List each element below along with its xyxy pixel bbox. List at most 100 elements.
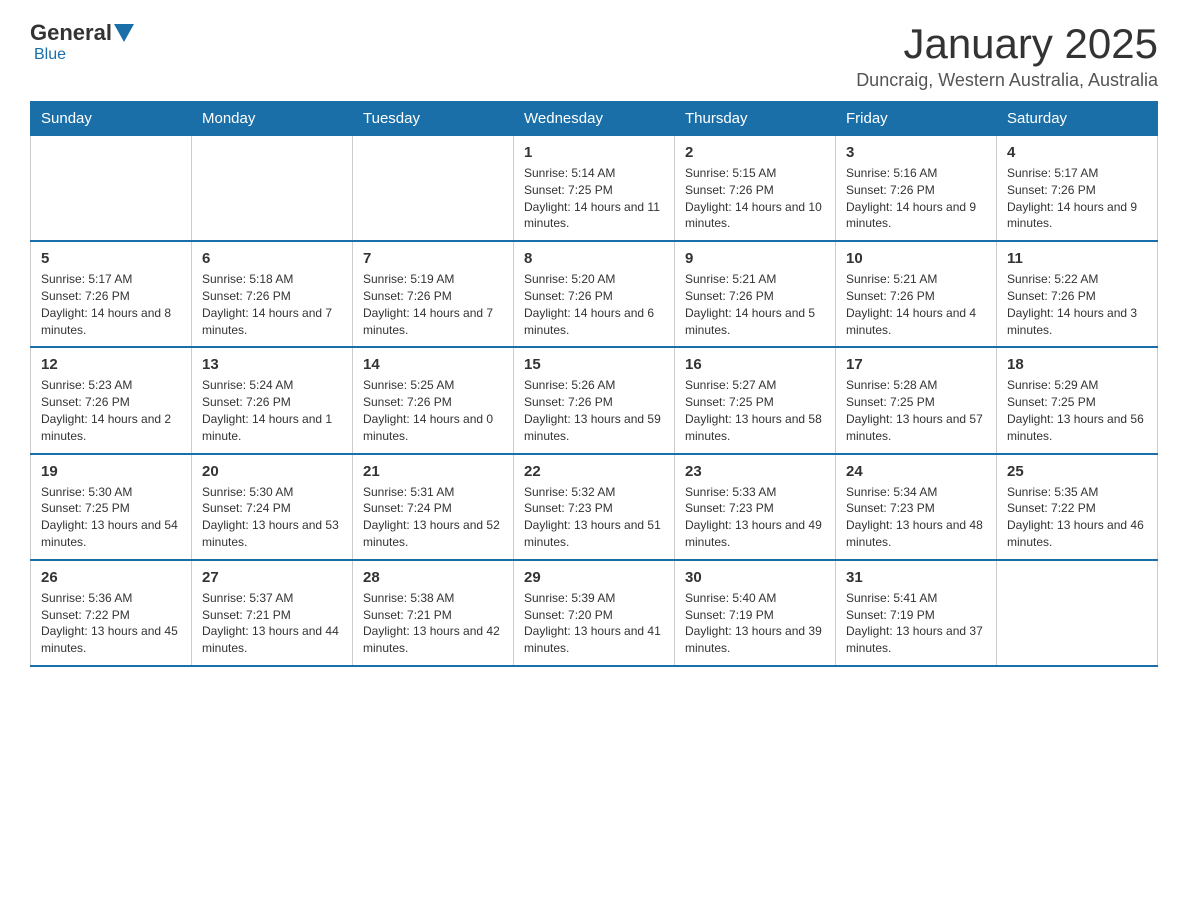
day-info: Sunrise: 5:29 AM Sunset: 7:25 PM Dayligh…	[1007, 377, 1147, 444]
day-number: 15	[524, 354, 664, 375]
calendar-cell: 23Sunrise: 5:33 AM Sunset: 7:23 PM Dayli…	[675, 454, 836, 560]
day-number: 20	[202, 461, 342, 482]
calendar-cell: 6Sunrise: 5:18 AM Sunset: 7:26 PM Daylig…	[192, 241, 353, 347]
calendar-cell: 27Sunrise: 5:37 AM Sunset: 7:21 PM Dayli…	[192, 560, 353, 666]
calendar-week-1: 1Sunrise: 5:14 AM Sunset: 7:25 PM Daylig…	[31, 136, 1158, 242]
day-info: Sunrise: 5:18 AM Sunset: 7:26 PM Dayligh…	[202, 271, 342, 338]
day-info: Sunrise: 5:41 AM Sunset: 7:19 PM Dayligh…	[846, 590, 986, 657]
day-number: 29	[524, 567, 664, 588]
day-info: Sunrise: 5:17 AM Sunset: 7:26 PM Dayligh…	[41, 271, 181, 338]
logo-blue-text: Blue	[34, 46, 66, 63]
calendar-cell	[353, 136, 514, 242]
calendar-cell: 18Sunrise: 5:29 AM Sunset: 7:25 PM Dayli…	[997, 347, 1158, 453]
logo-arrow-icon	[114, 24, 134, 42]
day-info: Sunrise: 5:20 AM Sunset: 7:26 PM Dayligh…	[524, 271, 664, 338]
day-number: 6	[202, 248, 342, 269]
calendar-cell: 4Sunrise: 5:17 AM Sunset: 7:26 PM Daylig…	[997, 136, 1158, 242]
day-number: 31	[846, 567, 986, 588]
calendar-cell: 31Sunrise: 5:41 AM Sunset: 7:19 PM Dayli…	[836, 560, 997, 666]
day-number: 25	[1007, 461, 1147, 482]
calendar-header-tuesday: Tuesday	[353, 102, 514, 136]
day-number: 24	[846, 461, 986, 482]
day-info: Sunrise: 5:32 AM Sunset: 7:23 PM Dayligh…	[524, 484, 664, 551]
day-number: 8	[524, 248, 664, 269]
calendar-cell	[192, 136, 353, 242]
day-info: Sunrise: 5:30 AM Sunset: 7:24 PM Dayligh…	[202, 484, 342, 551]
day-number: 27	[202, 567, 342, 588]
calendar-cell: 7Sunrise: 5:19 AM Sunset: 7:26 PM Daylig…	[353, 241, 514, 347]
day-number: 1	[524, 142, 664, 163]
day-info: Sunrise: 5:21 AM Sunset: 7:26 PM Dayligh…	[685, 271, 825, 338]
day-info: Sunrise: 5:34 AM Sunset: 7:23 PM Dayligh…	[846, 484, 986, 551]
day-info: Sunrise: 5:21 AM Sunset: 7:26 PM Dayligh…	[846, 271, 986, 338]
month-title: January 2025	[856, 20, 1158, 68]
day-info: Sunrise: 5:22 AM Sunset: 7:26 PM Dayligh…	[1007, 271, 1147, 338]
calendar-header-saturday: Saturday	[997, 102, 1158, 136]
day-info: Sunrise: 5:27 AM Sunset: 7:25 PM Dayligh…	[685, 377, 825, 444]
day-number: 26	[41, 567, 181, 588]
day-number: 18	[1007, 354, 1147, 375]
calendar-cell: 3Sunrise: 5:16 AM Sunset: 7:26 PM Daylig…	[836, 136, 997, 242]
calendar-cell: 15Sunrise: 5:26 AM Sunset: 7:26 PM Dayli…	[514, 347, 675, 453]
calendar-cell: 19Sunrise: 5:30 AM Sunset: 7:25 PM Dayli…	[31, 454, 192, 560]
day-info: Sunrise: 5:16 AM Sunset: 7:26 PM Dayligh…	[846, 165, 986, 232]
calendar-header-thursday: Thursday	[675, 102, 836, 136]
calendar-cell: 25Sunrise: 5:35 AM Sunset: 7:22 PM Dayli…	[997, 454, 1158, 560]
day-number: 16	[685, 354, 825, 375]
calendar-body: 1Sunrise: 5:14 AM Sunset: 7:25 PM Daylig…	[31, 136, 1158, 666]
day-info: Sunrise: 5:33 AM Sunset: 7:23 PM Dayligh…	[685, 484, 825, 551]
day-number: 23	[685, 461, 825, 482]
day-info: Sunrise: 5:14 AM Sunset: 7:25 PM Dayligh…	[524, 165, 664, 232]
day-number: 12	[41, 354, 181, 375]
calendar-header-wednesday: Wednesday	[514, 102, 675, 136]
day-info: Sunrise: 5:40 AM Sunset: 7:19 PM Dayligh…	[685, 590, 825, 657]
calendar-week-2: 5Sunrise: 5:17 AM Sunset: 7:26 PM Daylig…	[31, 241, 1158, 347]
calendar-cell: 16Sunrise: 5:27 AM Sunset: 7:25 PM Dayli…	[675, 347, 836, 453]
day-info: Sunrise: 5:28 AM Sunset: 7:25 PM Dayligh…	[846, 377, 986, 444]
day-number: 17	[846, 354, 986, 375]
day-number: 9	[685, 248, 825, 269]
day-info: Sunrise: 5:17 AM Sunset: 7:26 PM Dayligh…	[1007, 165, 1147, 232]
day-info: Sunrise: 5:25 AM Sunset: 7:26 PM Dayligh…	[363, 377, 503, 444]
calendar-header-sunday: Sunday	[31, 102, 192, 136]
calendar-cell: 1Sunrise: 5:14 AM Sunset: 7:25 PM Daylig…	[514, 136, 675, 242]
calendar-header-monday: Monday	[192, 102, 353, 136]
day-number: 22	[524, 461, 664, 482]
day-number: 30	[685, 567, 825, 588]
title-section: January 2025 Duncraig, Western Australia…	[856, 20, 1158, 91]
calendar-cell: 26Sunrise: 5:36 AM Sunset: 7:22 PM Dayli…	[31, 560, 192, 666]
calendar-cell: 11Sunrise: 5:22 AM Sunset: 7:26 PM Dayli…	[997, 241, 1158, 347]
day-number: 5	[41, 248, 181, 269]
day-number: 3	[846, 142, 986, 163]
calendar-cell	[31, 136, 192, 242]
day-info: Sunrise: 5:31 AM Sunset: 7:24 PM Dayligh…	[363, 484, 503, 551]
calendar-cell: 28Sunrise: 5:38 AM Sunset: 7:21 PM Dayli…	[353, 560, 514, 666]
day-number: 11	[1007, 248, 1147, 269]
day-info: Sunrise: 5:30 AM Sunset: 7:25 PM Dayligh…	[41, 484, 181, 551]
calendar-cell	[997, 560, 1158, 666]
calendar-week-3: 12Sunrise: 5:23 AM Sunset: 7:26 PM Dayli…	[31, 347, 1158, 453]
day-info: Sunrise: 5:24 AM Sunset: 7:26 PM Dayligh…	[202, 377, 342, 444]
day-number: 14	[363, 354, 503, 375]
calendar-cell: 29Sunrise: 5:39 AM Sunset: 7:20 PM Dayli…	[514, 560, 675, 666]
day-info: Sunrise: 5:26 AM Sunset: 7:26 PM Dayligh…	[524, 377, 664, 444]
day-number: 4	[1007, 142, 1147, 163]
calendar-cell: 8Sunrise: 5:20 AM Sunset: 7:26 PM Daylig…	[514, 241, 675, 347]
calendar-cell: 10Sunrise: 5:21 AM Sunset: 7:26 PM Dayli…	[836, 241, 997, 347]
day-number: 7	[363, 248, 503, 269]
day-info: Sunrise: 5:38 AM Sunset: 7:21 PM Dayligh…	[363, 590, 503, 657]
day-number: 10	[846, 248, 986, 269]
logo-general-text: General	[30, 20, 112, 46]
calendar-cell: 20Sunrise: 5:30 AM Sunset: 7:24 PM Dayli…	[192, 454, 353, 560]
day-number: 2	[685, 142, 825, 163]
calendar-table: SundayMondayTuesdayWednesdayThursdayFrid…	[30, 101, 1158, 667]
logo: General Blue	[30, 20, 136, 64]
location-title: Duncraig, Western Australia, Australia	[856, 70, 1158, 91]
day-info: Sunrise: 5:37 AM Sunset: 7:21 PM Dayligh…	[202, 590, 342, 657]
calendar-cell: 17Sunrise: 5:28 AM Sunset: 7:25 PM Dayli…	[836, 347, 997, 453]
calendar-header-friday: Friday	[836, 102, 997, 136]
calendar-cell: 13Sunrise: 5:24 AM Sunset: 7:26 PM Dayli…	[192, 347, 353, 453]
day-info: Sunrise: 5:39 AM Sunset: 7:20 PM Dayligh…	[524, 590, 664, 657]
calendar-week-4: 19Sunrise: 5:30 AM Sunset: 7:25 PM Dayli…	[31, 454, 1158, 560]
page-header: General Blue January 2025 Duncraig, West…	[30, 20, 1158, 91]
